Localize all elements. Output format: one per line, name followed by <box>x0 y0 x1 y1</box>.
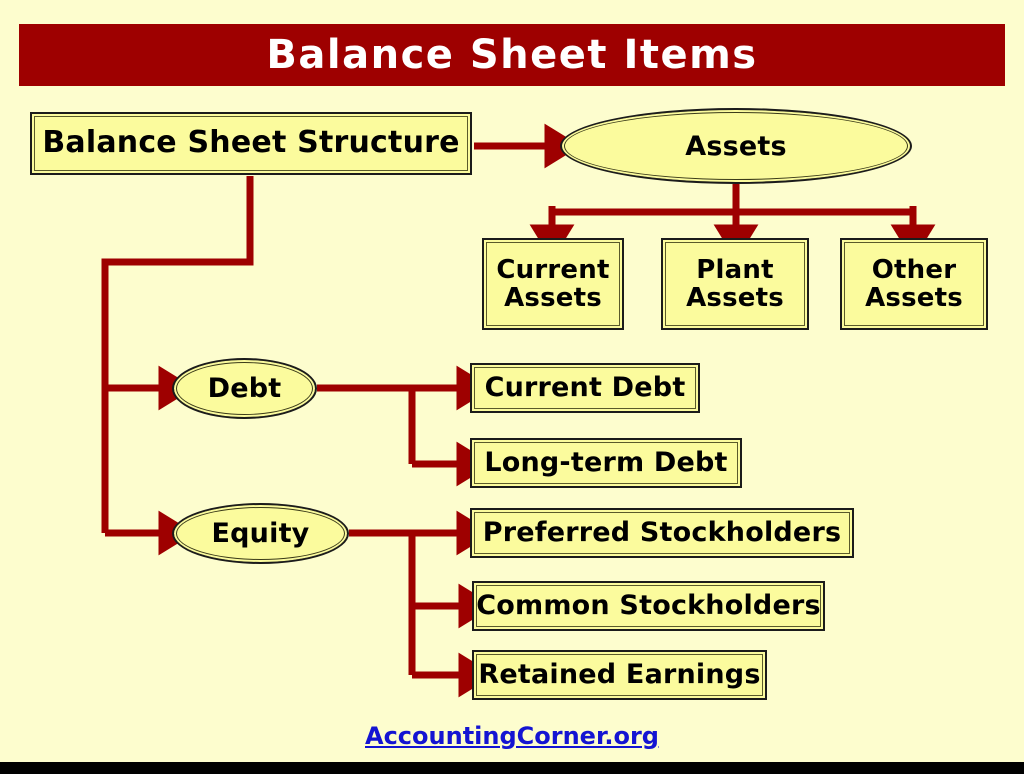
edge-assets-bus <box>548 184 740 222</box>
node-longterm-debt[interactable]: Long-term Debt <box>470 438 742 488</box>
edge-root-spine <box>101 176 254 533</box>
node-label: Assets <box>685 130 787 162</box>
node-current-debt[interactable]: Current Debt <box>470 363 700 413</box>
node-equity[interactable]: Equity <box>172 503 349 564</box>
node-preferred-stockholders[interactable]: Preferred Stockholders <box>470 508 854 558</box>
node-label: Retained Earnings <box>478 659 761 691</box>
node-label: Balance Sheet Structure <box>42 125 460 161</box>
node-label: Current Debt <box>484 372 686 404</box>
node-label: Preferred Stockholders <box>482 517 842 549</box>
node-balance-sheet-structure[interactable]: Balance Sheet Structure <box>30 112 472 175</box>
page-title: Balance Sheet Items <box>266 32 758 78</box>
title-banner: Balance Sheet Items <box>19 24 1005 86</box>
edge-debt-bus <box>317 384 416 464</box>
node-label: Current Assets <box>496 254 610 313</box>
edge-equity-bus <box>349 529 416 675</box>
node-current-assets[interactable]: Current Assets <box>482 238 624 330</box>
node-label: Common Stockholders <box>476 590 821 622</box>
node-label: Long-term Debt <box>484 447 728 479</box>
slide-canvas: Balance Sheet Items Balance Sheet Struct… <box>0 0 1024 774</box>
node-label: Debt <box>207 373 282 404</box>
node-plant-assets[interactable]: Plant Assets <box>661 238 809 330</box>
node-label: Plant Assets <box>686 254 784 313</box>
footer: AccountingCorner.org <box>0 722 1024 750</box>
node-label: Equity <box>211 518 310 549</box>
accounting-corner-link[interactable]: AccountingCorner.org <box>365 722 659 750</box>
node-retained-earnings[interactable]: Retained Earnings <box>472 650 767 700</box>
node-label: Other Assets <box>865 254 963 313</box>
node-debt[interactable]: Debt <box>172 358 317 419</box>
node-other-assets[interactable]: Other Assets <box>840 238 988 330</box>
node-common-stockholders[interactable]: Common Stockholders <box>472 581 825 631</box>
node-assets[interactable]: Assets <box>560 108 912 184</box>
